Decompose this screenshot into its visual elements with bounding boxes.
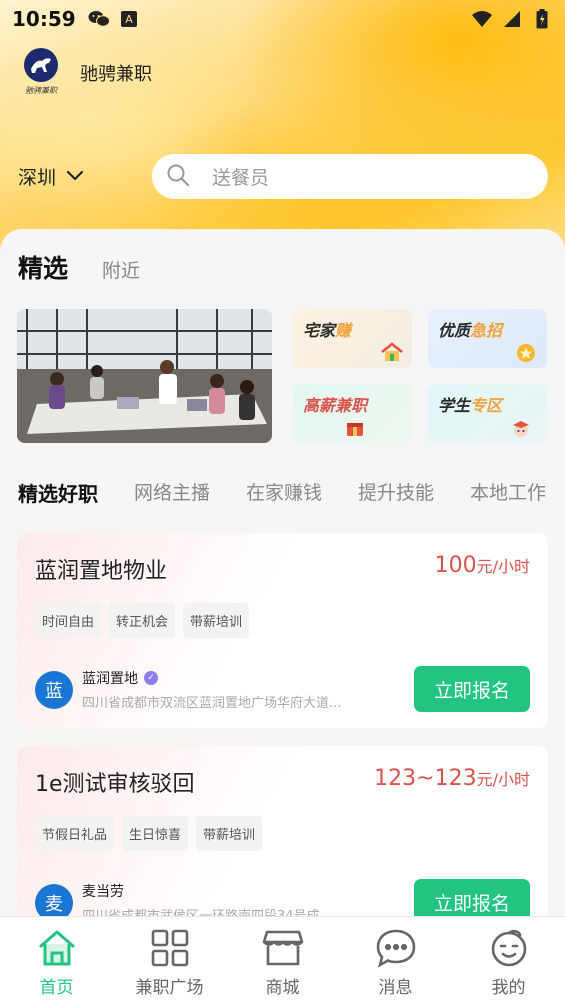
search-bar[interactable]: 送餐员 (152, 154, 548, 199)
tab-nearby[interactable]: 附近 (102, 256, 140, 285)
chat-icon (375, 927, 417, 969)
horse-icon (24, 48, 58, 82)
job-tag: 带薪培训 (183, 603, 250, 638)
job-tag: 时间自由 (35, 603, 102, 638)
tile-student-label: 学生 (438, 396, 471, 415)
gift-icon (345, 417, 367, 437)
search-input[interactable]: 送餐员 (212, 163, 269, 190)
brand-header: 驰骋兼职 驰骋兼职 (20, 48, 152, 98)
tile-stay-home-earn[interactable]: 宅家赚 (293, 309, 412, 368)
category-tab-local-work[interactable]: 本地工作 (470, 478, 546, 507)
job-salary: 100元/小时 (435, 553, 530, 578)
brand-logo-caption: 驰骋兼职 (25, 86, 57, 95)
job-salary-unit: 元/小时 (476, 557, 530, 576)
nav-profile[interactable]: 我的 (452, 917, 565, 1004)
verified-icon: ✓ (144, 671, 158, 685)
job-salary-value: 100 (434, 553, 477, 578)
bottom-nav: 首页 兼职广场 商城 消息 我的 (0, 916, 565, 1004)
tile-quality-urgent[interactable]: 优质急招 (428, 309, 547, 368)
store-icon (262, 927, 304, 969)
home-icon (36, 927, 78, 969)
nav-store-label: 商城 (265, 978, 300, 998)
job-tag: 转正机会 (109, 603, 176, 638)
nav-part-time-square-label: 兼职广场 (135, 978, 204, 998)
job-tags: 时间自由 转正机会 带薪培训 (35, 603, 250, 638)
tile-high-salary[interactable]: 高薪兼职 (293, 384, 412, 443)
apply-button[interactable]: 立即报名 (414, 666, 530, 712)
signal-icon (501, 8, 523, 30)
nav-messages-label: 消息 (378, 978, 413, 998)
tile-stay-home-label: 宅家 (303, 321, 336, 340)
nav-store[interactable]: 商城 (226, 917, 339, 1004)
job-company: 蓝 蓝润置地 ✓ 四川省成都市双流区蓝润置地广场华府大道... (35, 668, 362, 711)
banner-image[interactable] (17, 309, 272, 443)
tile-student-zone[interactable]: 学生专区 (428, 384, 547, 443)
category-tab-live-streaming[interactable]: 网络主播 (134, 478, 210, 507)
tile-quality-label: 优质 (438, 321, 471, 340)
tile-student-highlight: 专区 (470, 396, 503, 415)
company-name: 蓝润置地 (82, 671, 138, 687)
category-tab-featured-jobs[interactable]: 精选好职 (18, 478, 98, 507)
company-name: 麦当劳 (82, 884, 124, 900)
search-icon (166, 163, 190, 191)
status-time: 10:59 (12, 7, 76, 31)
company-address: 四川省成都市双流区蓝润置地广场华府大道... (82, 696, 342, 711)
medal-icon (515, 342, 537, 362)
company-avatar: 蓝 (35, 670, 73, 709)
wifi-icon (471, 8, 493, 30)
tile-high-salary-label: 高薪兼职 (303, 396, 368, 415)
app-a-icon: A (118, 8, 140, 30)
nav-part-time-square[interactable]: 兼职广场 (113, 917, 226, 1004)
job-tag: 生日惊喜 (122, 816, 189, 851)
tab-featured[interactable]: 精选 (18, 249, 68, 285)
job-tag: 带薪培训 (196, 816, 263, 851)
nav-profile-label: 我的 (491, 978, 526, 998)
wechat-icon (88, 8, 110, 30)
tile-quality-highlight: 急招 (470, 321, 503, 340)
city-selector[interactable]: 深圳 (18, 163, 84, 190)
job-tags: 节假日礼品 生日惊喜 带薪培训 (35, 816, 263, 851)
brand-logo: 驰骋兼职 (20, 48, 62, 98)
job-salary-unit: 元/小时 (476, 770, 530, 789)
brand-name: 驰骋兼职 (80, 64, 152, 85)
battery-icon (531, 8, 553, 30)
job-salary-value: 123~123 (374, 766, 477, 791)
student-icon (510, 417, 532, 437)
nav-messages[interactable]: 消息 (339, 917, 452, 1004)
main-content: 精选 附近 宅家赚 优质急招 高薪兼职 学生专区 精选好职 网络主播 在家赚钱 … (0, 229, 565, 946)
city-name: 深圳 (18, 167, 57, 189)
category-tab-work-from-home[interactable]: 在家赚钱 (246, 478, 322, 507)
svg-text:A: A (125, 13, 133, 26)
house-icon (380, 342, 403, 362)
top-tabs: 精选 附近 (18, 249, 140, 285)
category-tabs: 精选好职 网络主播 在家赚钱 提升技能 本地工作 (18, 478, 546, 507)
job-salary: 123~123元/小时 (374, 766, 530, 791)
chevron-down-icon (66, 167, 84, 186)
category-tab-skills[interactable]: 提升技能 (358, 478, 434, 507)
status-bar: 10:59 A (0, 0, 565, 38)
job-title: 蓝润置地物业 (35, 559, 168, 584)
job-card[interactable]: 蓝润置地物业 100元/小时 时间自由 转正机会 带薪培训 蓝 蓝润置地 ✓ 四川… (17, 533, 548, 728)
job-title: 1e测试审核驳回 (35, 772, 195, 797)
tile-stay-home-highlight: 赚 (335, 321, 352, 340)
nav-home[interactable]: 首页 (0, 917, 113, 1004)
job-tag: 节假日礼品 (35, 816, 115, 851)
nav-home-label: 首页 (39, 978, 74, 998)
grid-icon (149, 927, 191, 969)
profile-icon (488, 927, 530, 969)
